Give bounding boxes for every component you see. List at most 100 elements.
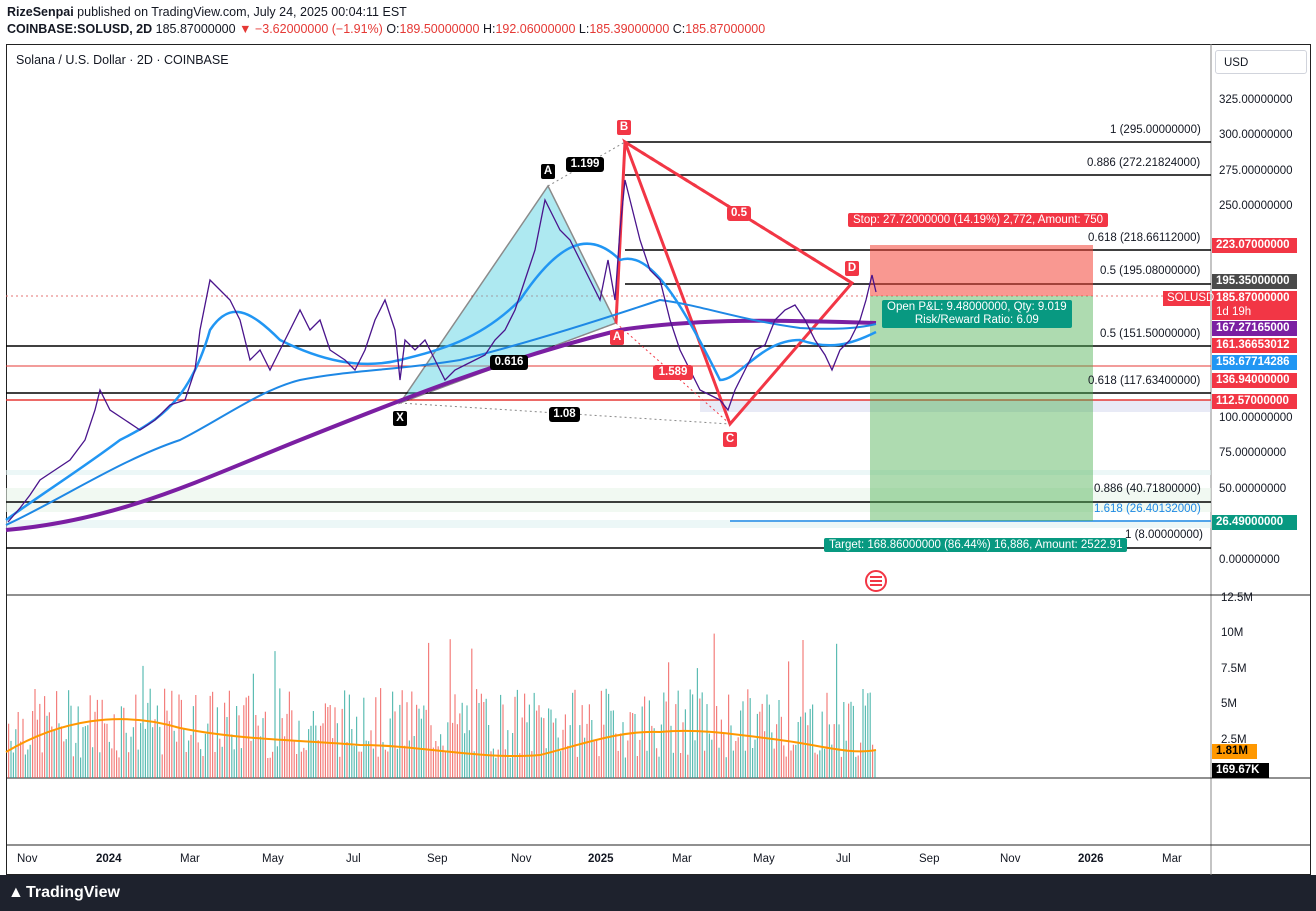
volume-bar	[106, 723, 108, 778]
price-axis-label: 325.00000000	[1219, 94, 1293, 106]
volume-bar	[768, 704, 770, 778]
volume-bar	[723, 732, 725, 778]
volume-bar	[36, 719, 38, 778]
volume-bar	[728, 694, 730, 778]
volume-bar	[672, 752, 674, 778]
volume-bar	[60, 726, 62, 778]
volume-bar	[267, 758, 269, 778]
fib-label: 0.618 (117.63400000)	[1088, 375, 1201, 387]
volume-bar	[99, 752, 101, 778]
volume-bar	[370, 730, 372, 778]
fib-label: 0.886 (272.21824000)	[1087, 157, 1201, 169]
volume-bar	[264, 711, 266, 778]
pattern-point-b[interactable]: B	[617, 120, 631, 135]
volume-bar	[680, 753, 682, 778]
volume-bar	[212, 691, 214, 778]
volume-bar	[317, 740, 319, 778]
volume-bar	[324, 703, 326, 778]
volume-bar	[485, 698, 487, 778]
volume-bar	[39, 703, 41, 778]
volume-bar	[137, 749, 139, 778]
volume-bar	[624, 757, 626, 778]
volume-bar	[221, 746, 223, 778]
fib-label: 0.618 (218.66112000)	[1088, 232, 1201, 244]
pattern-xab	[398, 184, 618, 405]
volume-bar	[641, 706, 643, 778]
volume-bar	[737, 737, 739, 778]
volume-bar	[401, 690, 403, 778]
tradingview-logo[interactable]: ▲ TradingView	[8, 884, 120, 902]
volume-bar	[687, 754, 689, 778]
chart-canvas[interactable]	[0, 0, 1316, 911]
volume-bar	[250, 740, 252, 778]
volume-bar	[756, 713, 758, 778]
volume-bar	[562, 729, 564, 778]
volume-bar	[404, 745, 406, 778]
volume-bar	[464, 733, 466, 778]
price-tag: 167.27165000	[1212, 321, 1297, 336]
volume-bar	[336, 723, 338, 778]
volume-bar	[600, 690, 602, 778]
volume-bar	[591, 720, 593, 778]
volume-bar	[497, 749, 499, 778]
fib-label: 1.618 (26.40132000)	[1094, 503, 1201, 515]
volume-bar	[159, 726, 161, 778]
volume-bars	[8, 633, 876, 778]
ratio-label: 0.5	[727, 206, 751, 221]
volume-bar	[802, 640, 804, 778]
volume-bar	[492, 748, 494, 778]
volume-bar	[406, 702, 408, 778]
volume-bar	[51, 726, 53, 778]
pattern-point-d[interactable]: D	[845, 261, 859, 276]
volume-bar	[168, 721, 170, 778]
volume-bar	[416, 704, 418, 778]
volume-bar	[804, 712, 806, 778]
pattern-point-a2[interactable]: A	[610, 330, 624, 345]
volume-bar	[656, 748, 658, 778]
us-flag-icon[interactable]	[865, 570, 887, 592]
volume-axis-label: 5M	[1221, 698, 1237, 710]
volume-bar	[579, 725, 581, 778]
volume-bar	[12, 752, 14, 778]
volume-bar	[629, 712, 631, 778]
volume-bar	[10, 740, 12, 778]
volume-bar	[557, 737, 559, 778]
volume-bar	[831, 744, 833, 778]
pane-title: Solana / U.S. Dollar · 2D · COINBASE	[16, 53, 229, 67]
volume-bar	[29, 744, 31, 778]
volume-bar	[653, 728, 655, 778]
volume-bar	[632, 713, 634, 778]
volume-bar	[824, 748, 826, 778]
volume-bar	[84, 726, 86, 778]
volume-bar	[699, 698, 701, 778]
currency-button[interactable]: USD	[1215, 50, 1307, 74]
volume-bar	[308, 729, 310, 778]
tv-logo-icon: ▲	[8, 884, 24, 901]
time-axis-label: Mar	[672, 853, 692, 865]
volume-bar	[454, 694, 456, 778]
pattern-point-a[interactable]: A	[541, 164, 555, 179]
volume-bar	[766, 694, 768, 778]
time-axis-label: Mar	[1162, 853, 1182, 865]
pattern-point-x[interactable]: X	[393, 411, 407, 426]
volume-bar	[675, 704, 677, 778]
volume-bar	[639, 739, 641, 778]
volume-bar	[269, 757, 271, 778]
volume-bar	[56, 691, 58, 778]
volume-bar	[581, 705, 583, 778]
volume-bar	[795, 744, 797, 778]
volume-bar	[452, 722, 454, 778]
pattern-point-c[interactable]: C	[723, 432, 737, 447]
volume-bar	[696, 668, 698, 778]
time-axis-label: Sep	[427, 853, 448, 865]
price-tag: 136.94000000	[1212, 373, 1297, 388]
volume-bar	[828, 724, 830, 778]
volume-bar	[408, 740, 410, 778]
volume-bar	[75, 742, 77, 778]
time-axis-label: 2026	[1078, 853, 1104, 865]
volume-bar	[15, 729, 17, 778]
volume-bar	[154, 719, 156, 778]
volume-bar	[807, 725, 809, 778]
volume-ma-tag: 1.81M	[1212, 744, 1257, 759]
volume-bar	[255, 715, 257, 778]
